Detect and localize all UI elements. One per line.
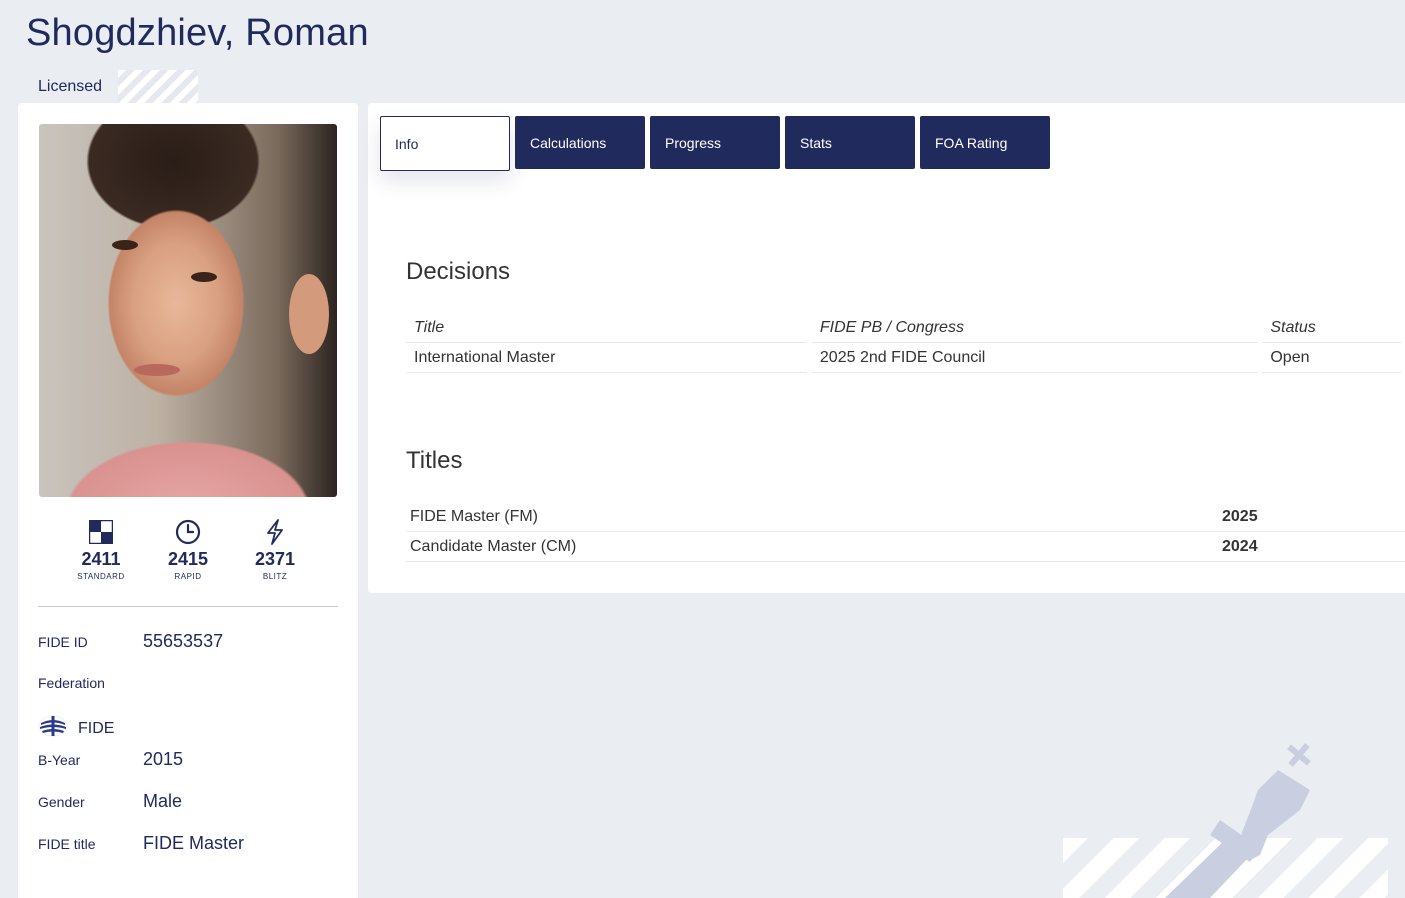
fide-title-label: FIDE title [38, 835, 96, 852]
title-year: 2024 [1218, 532, 1405, 562]
federation-label: Federation [38, 675, 105, 691]
rating-type: RAPID [174, 572, 202, 581]
fide-title-value: FIDE Master [143, 833, 245, 853]
rating-type: BLITZ [262, 572, 288, 581]
decorative-stripes [118, 70, 198, 103]
photo-detail [191, 272, 217, 282]
gender-label: Gender [38, 793, 85, 810]
rating-standard: 2411 STANDARD [58, 519, 144, 589]
fide-id-value: 55653537 [143, 631, 224, 651]
license-status: Licensed [38, 70, 102, 103]
decisions-heading: Decisions [406, 258, 511, 285]
table-row: International Master 2025 2nd FIDE Counc… [406, 343, 1405, 373]
tab-stats[interactable]: Stats [785, 116, 915, 169]
gender-row: Gender Male [38, 791, 182, 812]
rating-type: STANDARD [77, 572, 125, 581]
column-header: Status [1262, 313, 1401, 343]
decisions-table: Title FIDE PB / Congress Status Internat… [406, 313, 1405, 373]
decision-title: International Master [406, 343, 807, 373]
rating-value: 2411 [81, 549, 121, 569]
byear-label: B-Year [38, 751, 81, 768]
player-photo [39, 124, 337, 497]
federation-label-row: Federation [38, 675, 143, 691]
titles-table: FIDE Master (FM) 2025 Candidate Master (… [406, 502, 1405, 562]
fide-id-label: FIDE ID [38, 633, 88, 650]
title-name: Candidate Master (CM) [406, 532, 1218, 562]
chess-king-icon [1165, 743, 1311, 898]
divider [38, 606, 338, 607]
federation-value: FIDE [78, 719, 115, 737]
rating-value: 2415 [167, 549, 209, 569]
title-year: 2025 [1218, 502, 1405, 532]
photo-detail [134, 364, 180, 376]
table-header: Title FIDE PB / Congress Status [406, 313, 1405, 343]
license-label: Licensed [38, 77, 103, 95]
gender-value: Male [143, 791, 183, 811]
fide-title-row: FIDE title FIDE Master [38, 833, 244, 854]
decision-congress: 2025 2nd FIDE Council [811, 343, 1258, 373]
federation-row: FIDE [38, 715, 114, 742]
standard-board-icon [88, 519, 114, 545]
tab-progress[interactable]: Progress [650, 116, 780, 169]
table-row: FIDE Master (FM) 2025 [406, 502, 1405, 532]
fide-logo-icon [38, 715, 68, 742]
photo-detail [289, 274, 329, 354]
titles-heading: Titles [406, 447, 463, 474]
player-name: Shogdzhiev, Roman [26, 12, 369, 54]
byear-row: B-Year 2015 [38, 749, 183, 770]
rating-blitz: 2371 BLITZ [232, 519, 318, 589]
byear-value: 2015 [143, 749, 184, 769]
ratings-summary: 2411 STANDARD 2415 RAPID 2371 BLITZ [58, 519, 318, 589]
tab-foa-rating[interactable]: FOA Rating [920, 116, 1050, 169]
photo-detail [112, 240, 138, 250]
clock-icon [175, 519, 201, 545]
main-panel: Info Calculations Progress Stats FOA Rat… [368, 103, 1405, 593]
column-header: Title [406, 313, 807, 343]
tab-bar: Info Calculations Progress Stats FOA Rat… [380, 116, 1050, 171]
tab-info[interactable]: Info [380, 116, 510, 171]
column-header: FIDE PB / Congress [811, 313, 1258, 343]
tab-calculations[interactable]: Calculations [515, 116, 645, 169]
rating-rapid: 2415 RAPID [145, 519, 231, 589]
fide-id-row: FIDE ID 55653537 [38, 631, 223, 652]
table-row: Candidate Master (CM) 2024 [406, 532, 1405, 562]
title-name: FIDE Master (FM) [406, 502, 1218, 532]
decision-status: Open [1262, 343, 1401, 373]
rating-value: 2371 [254, 549, 296, 569]
lightning-icon [262, 519, 288, 545]
profile-card: 2411 STANDARD 2415 RAPID 2371 BLITZ FIDE… [18, 103, 358, 898]
